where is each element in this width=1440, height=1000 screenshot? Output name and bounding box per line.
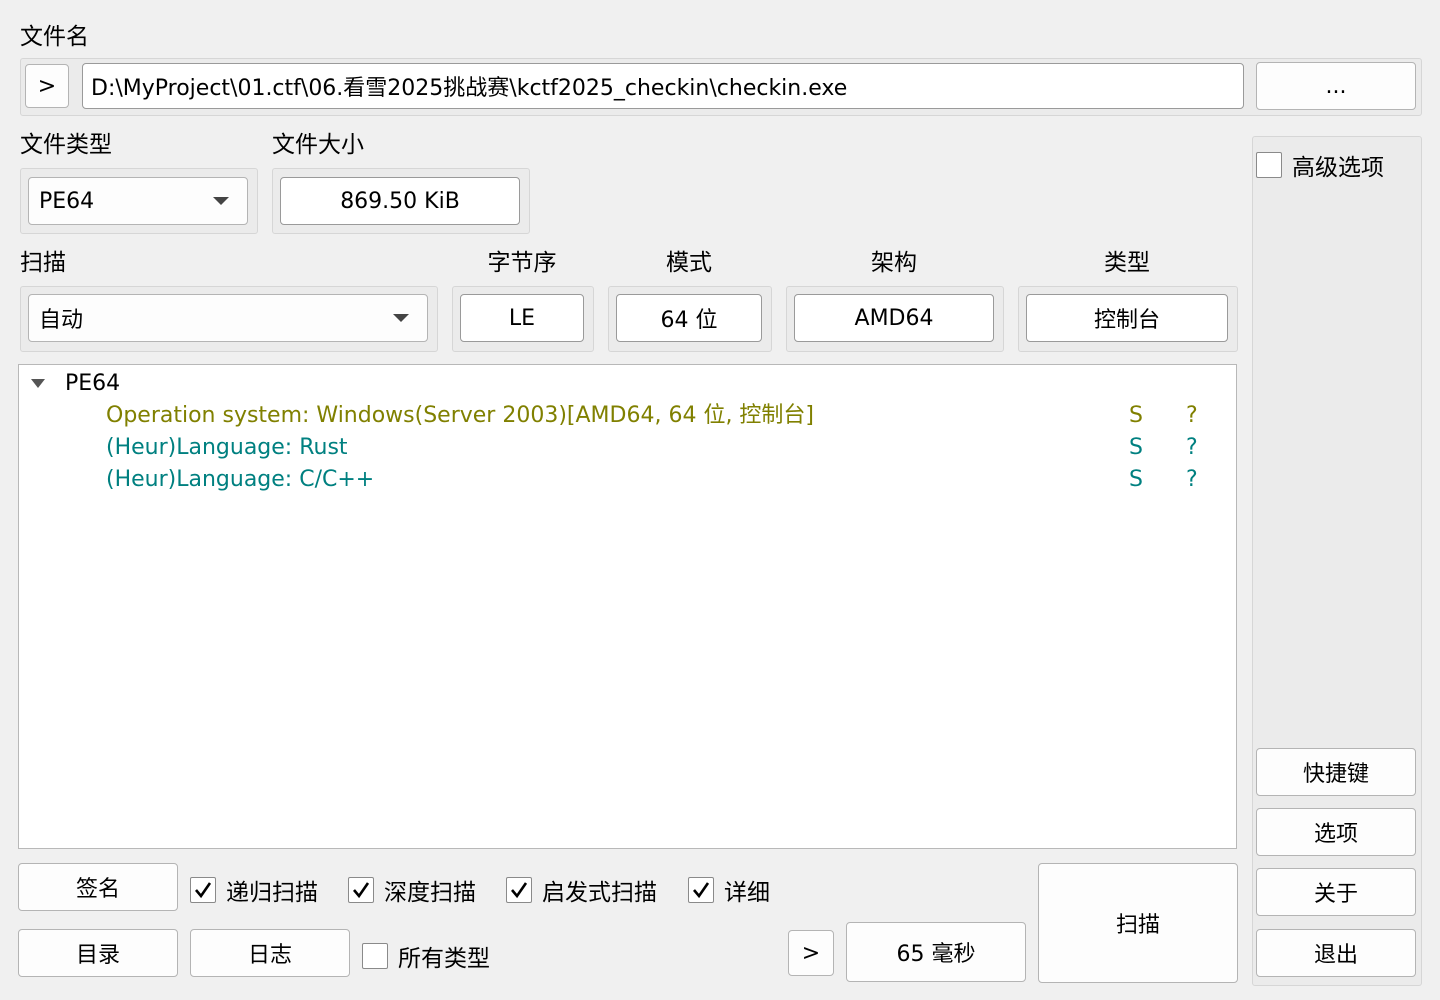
elapsed-time-button[interactable]: 65 毫秒 xyxy=(846,922,1026,982)
tree-root-label: PE64 xyxy=(65,371,121,396)
scan-mode-value: 自动 xyxy=(39,308,84,333)
tree-row[interactable]: Operation system: Windows(Server 2003)[A… xyxy=(106,400,1216,432)
browse-button[interactable]: ... xyxy=(1256,62,1416,110)
mode-field: 64 位 xyxy=(616,294,762,342)
all-types-label: 所有类型 xyxy=(398,946,490,972)
chevron-down-icon xyxy=(393,314,409,322)
signature-button[interactable]: 签名 xyxy=(18,863,178,911)
expand-button[interactable]: > xyxy=(788,930,834,976)
checkbox-icon xyxy=(362,943,388,969)
tree-row-s[interactable]: S xyxy=(1129,464,1143,496)
scan-label: 扫描 xyxy=(20,250,66,276)
mode-label: 模式 xyxy=(666,250,712,276)
verbose-checkbox[interactable]: 详细 xyxy=(688,873,770,907)
deep-scan-checkbox[interactable]: 深度扫描 xyxy=(348,873,476,907)
log-button[interactable]: 日志 xyxy=(190,929,350,977)
shortcuts-button[interactable]: 快捷键 xyxy=(1256,748,1416,796)
all-types-checkbox[interactable]: 所有类型 xyxy=(362,939,490,973)
scan-mode-select[interactable]: 自动 xyxy=(28,294,428,342)
heuristic-scan-label: 启发式扫描 xyxy=(542,880,657,906)
endianness-label: 字节序 xyxy=(487,250,557,276)
type-label: 类型 xyxy=(1104,250,1150,276)
advanced-options-label: 高级选项 xyxy=(1292,155,1384,181)
tree-row-info[interactable]: ? xyxy=(1186,464,1198,496)
tree-row-text: (Heur)Language: C/C++ xyxy=(106,467,375,492)
type-field: 控制台 xyxy=(1026,294,1228,342)
exit-button[interactable]: 退出 xyxy=(1256,929,1416,977)
scan-button[interactable]: 扫描 xyxy=(1038,863,1238,983)
file-size-field: 869.50 KiB xyxy=(280,177,520,225)
file-name-label: 文件名 xyxy=(20,24,89,50)
recursive-scan-checkbox[interactable]: 递归扫描 xyxy=(190,873,318,907)
right-panel xyxy=(1252,136,1422,986)
deep-scan-label: 深度扫描 xyxy=(384,880,476,906)
checkmark-icon xyxy=(190,877,216,903)
file-type-select[interactable]: PE64 xyxy=(28,177,248,225)
arch-field: AMD64 xyxy=(794,294,994,342)
about-button[interactable]: 关于 xyxy=(1256,868,1416,916)
recursive-scan-label: 递归扫描 xyxy=(226,880,318,906)
tree-root-item[interactable]: PE64 xyxy=(31,371,120,396)
file-type-label: 文件类型 xyxy=(20,132,112,158)
tree-row-info[interactable]: ? xyxy=(1186,432,1198,464)
checkmark-icon xyxy=(348,877,374,903)
tree-row-info[interactable]: ? xyxy=(1186,400,1198,432)
endianness-field: LE xyxy=(460,294,584,342)
file-path-field[interactable]: D:\MyProject\01.ctf\06.看雪2025挑战赛\kctf202… xyxy=(82,63,1244,109)
tree-row-text: (Heur)Language: Rust xyxy=(106,435,348,460)
results-tree[interactable]: PE64 Operation system: Windows(Server 20… xyxy=(18,364,1237,849)
file-history-button[interactable]: > xyxy=(25,64,69,108)
verbose-label: 详细 xyxy=(724,880,770,906)
tree-row[interactable]: (Heur)Language: Rust S ? xyxy=(106,432,1216,464)
arch-label: 架构 xyxy=(871,250,917,276)
advanced-options-checkbox[interactable]: 高级选项 xyxy=(1256,148,1384,182)
tree-row-s[interactable]: S xyxy=(1129,400,1143,432)
tree-row-s[interactable]: S xyxy=(1129,432,1143,464)
checkmark-icon xyxy=(688,877,714,903)
checkbox-icon xyxy=(1256,152,1282,178)
file-size-label: 文件大小 xyxy=(272,132,364,158)
checkmark-icon xyxy=(506,877,532,903)
directory-button[interactable]: 目录 xyxy=(18,929,178,977)
expand-triangle-icon[interactable] xyxy=(31,379,45,388)
options-button[interactable]: 选项 xyxy=(1256,808,1416,856)
heuristic-scan-checkbox[interactable]: 启发式扫描 xyxy=(506,873,657,907)
tree-row-text: Operation system: Windows(Server 2003)[A… xyxy=(106,403,815,428)
chevron-down-icon xyxy=(213,197,229,205)
file-type-value: PE64 xyxy=(39,188,95,214)
tree-row[interactable]: (Heur)Language: C/C++ S ? xyxy=(106,464,1216,496)
